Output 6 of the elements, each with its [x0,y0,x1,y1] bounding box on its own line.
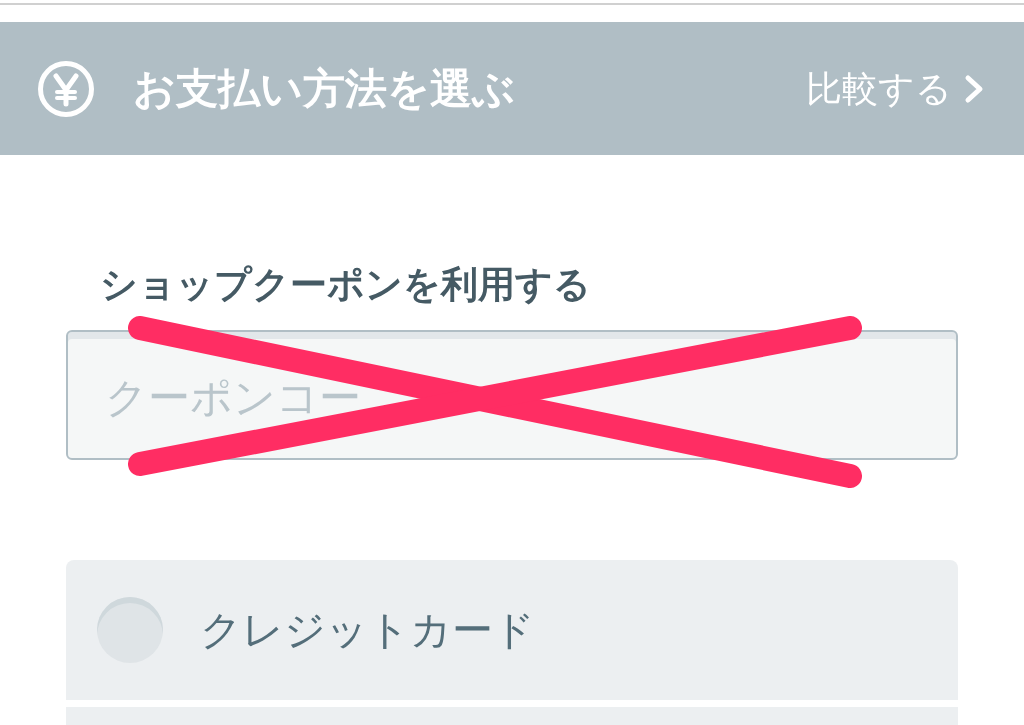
option-label: クレジットカード [200,606,535,654]
header-title: お支払い方法を選ぶ [133,63,515,114]
chevron-right-icon [964,73,984,104]
coupon-label: ショップクーポンを利用する [100,263,591,307]
yen-circle-icon [38,60,94,117]
payment-option-card[interactable]: クレジットカード [66,560,958,700]
